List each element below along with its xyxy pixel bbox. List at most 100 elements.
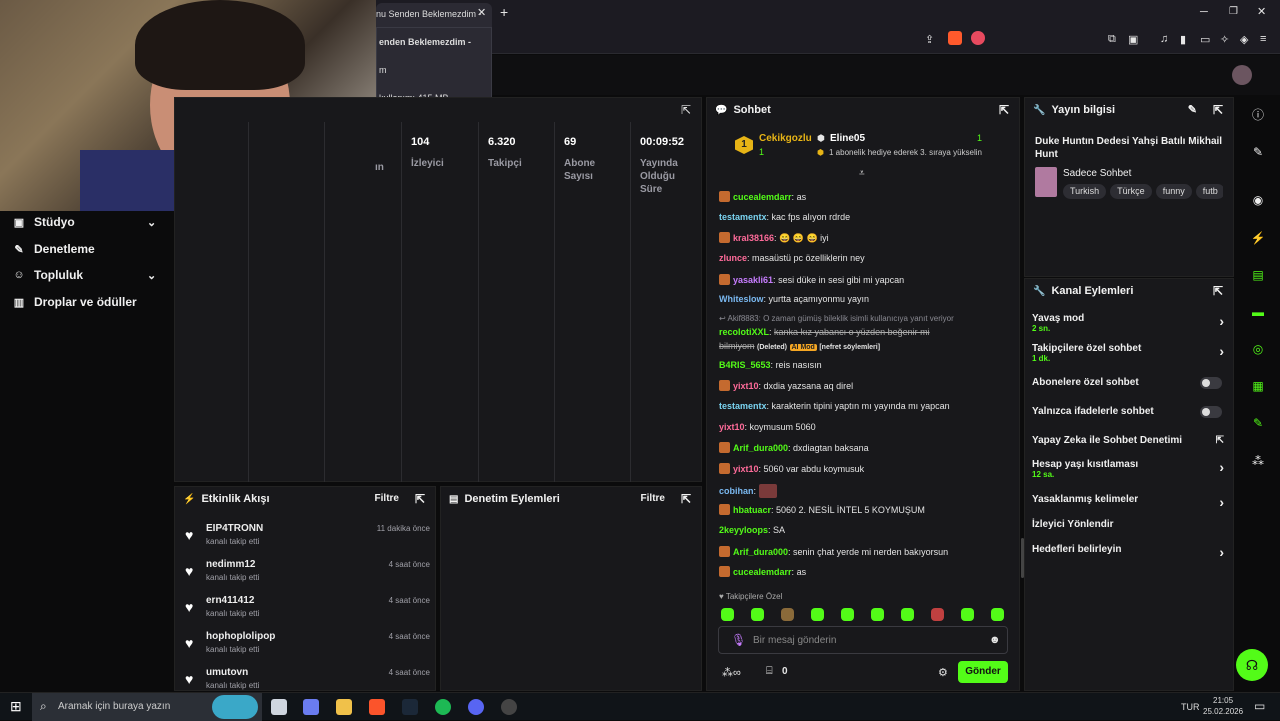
emote-icon[interactable] — [961, 608, 974, 621]
channel-action-row[interactable]: İzleyici Yönlendir — [1032, 519, 1228, 530]
language-indicator[interactable]: TUR — [1181, 702, 1200, 712]
leo-icon[interactable]: ✧ — [1220, 33, 1229, 46]
camera-icon[interactable]: ◉ — [1248, 190, 1268, 210]
stream-tag[interactable]: futb — [1195, 184, 1223, 199]
channel-action-row[interactable]: Abonelere özel sohbet — [1032, 377, 1228, 389]
emote-icon[interactable] — [781, 608, 794, 621]
emote-icon[interactable] — [841, 608, 854, 621]
file-explorer-icon[interactable] — [336, 699, 352, 715]
chat-username[interactable]: testamentx — [719, 401, 767, 411]
emote-icon[interactable] — [811, 608, 824, 621]
wrench-icon[interactable]: ✎ — [1248, 413, 1268, 433]
popout-icon[interactable]: ⇱ — [681, 103, 691, 117]
notification-icon[interactable]: ▭ — [1254, 699, 1265, 713]
emote-icon[interactable] — [751, 608, 764, 621]
sidebar-item-moderation[interactable]: ✎ Denetleme — [12, 239, 94, 259]
popout-icon[interactable]: ⇱ — [999, 103, 1009, 117]
channel-action-row[interactable]: Takipçilere özel sohbet 1 dk. › — [1032, 343, 1228, 363]
send-button[interactable]: Gönder — [958, 661, 1008, 683]
emote-icon[interactable] — [721, 608, 734, 621]
vpn-icon[interactable]: ◈ — [1240, 33, 1248, 46]
category-thumbnail[interactable] — [1035, 167, 1057, 197]
brave-rewards-icon[interactable] — [971, 31, 985, 45]
chat-username[interactable]: kral38166 — [733, 233, 774, 243]
emoji-icon[interactable]: ☻ — [989, 634, 1001, 646]
emote-icon[interactable] — [871, 608, 884, 621]
steam-icon[interactable] — [402, 699, 418, 715]
sidebar-item-studio[interactable]: ▣ Stüdyo ⌄ — [12, 212, 156, 232]
chat-username[interactable]: recolotiXXL — [719, 327, 769, 337]
chat-username[interactable]: hbatuacr — [733, 505, 771, 515]
document-icon[interactable]: ▤ — [1248, 265, 1268, 285]
popout-icon[interactable]: ⇱ — [681, 492, 691, 506]
broadcast-icon[interactable]: ◎ — [1248, 339, 1268, 359]
gifter-name[interactable]: Eline05 — [830, 133, 865, 144]
chat-username[interactable]: Whiteslow — [719, 294, 764, 304]
chat-input[interactable]: 🎙 Bir mesaj gönderin ☻ — [718, 626, 1008, 654]
windows-start-icon[interactable]: ⊞ — [10, 698, 22, 715]
maximize-icon[interactable]: ❐ — [1229, 6, 1238, 17]
follower-name[interactable]: nedimm12 — [206, 559, 255, 570]
channel-action-row[interactable]: Yavaş mod 2 sn. › — [1032, 313, 1228, 333]
popout-icon[interactable]: ⇱ — [415, 492, 425, 506]
copilot-icon[interactable] — [303, 699, 319, 715]
stream-tag[interactable]: Turkish — [1063, 184, 1107, 199]
follower-name[interactable]: EIP4TRONN — [206, 523, 263, 534]
gift-box-icon[interactable]: ⌸ — [766, 665, 773, 678]
toggle-switch[interactable] — [1200, 377, 1222, 389]
chat-username[interactable]: Arif_dura000 — [733, 443, 788, 453]
category-name[interactable]: Sadece Sohbet — [1063, 168, 1131, 179]
stream-tag[interactable]: Türkçe — [1110, 184, 1152, 199]
chat-username[interactable]: yixt10 — [733, 381, 759, 391]
media-icon[interactable]: ♫ — [1160, 33, 1168, 45]
share-icon[interactable]: ⇪ — [925, 33, 934, 46]
wallet-icon[interactable]: ▭ — [1200, 33, 1210, 46]
minimize-icon[interactable]: ─ — [1200, 6, 1208, 18]
channel-action-row[interactable]: Yapay Zeka ile Sohbet Denetimi ⇱ — [1032, 435, 1228, 446]
tab-close-icon[interactable]: ✕ — [477, 6, 486, 19]
kick-points-icon[interactable]: ⁂∞ — [722, 666, 741, 679]
channel-action-row[interactable]: Yalnızca ifadelerle sohbet — [1032, 406, 1228, 418]
follower-name[interactable]: ern411412 — [206, 595, 254, 606]
microphone-icon[interactable]: 🎙 — [731, 633, 746, 647]
pencil-icon[interactable]: ✎ — [1248, 142, 1268, 162]
follower-name[interactable]: hophoplolipop — [206, 631, 275, 642]
lightning-icon[interactable]: ⚡ — [1248, 228, 1268, 248]
stream-tag[interactable]: funny — [1155, 184, 1192, 199]
task-view-icon[interactable] — [271, 699, 287, 715]
chat-username[interactable]: testamentx — [719, 212, 767, 222]
brave-browser-icon[interactable] — [369, 699, 385, 715]
discord-icon[interactable] — [468, 699, 484, 715]
extensions-icon[interactable]: ⧉ — [1108, 33, 1116, 46]
info-icon[interactable]: ⓘ — [1248, 105, 1268, 125]
clock-time[interactable]: 21:05 — [1213, 696, 1233, 705]
chat-username[interactable]: Arif_dura000 — [733, 547, 788, 557]
channel-action-row[interactable]: Hedefleri belirleyin › — [1032, 544, 1228, 560]
clock-date[interactable]: 25.02.2026 — [1203, 707, 1243, 716]
obs-icon[interactable] — [501, 699, 517, 715]
popout-icon[interactable]: ⇱ — [1213, 284, 1223, 298]
chat-icon[interactable]: ▬ — [1248, 302, 1268, 322]
scroll-down-icon[interactable]: ⩡ — [859, 168, 865, 179]
filter-button[interactable]: Filtre — [641, 493, 665, 504]
channel-action-row[interactable]: Yasaklanmış kelimeler › — [1032, 494, 1228, 510]
chat-username[interactable]: cucealemdarr — [733, 567, 792, 577]
top-gifter-name[interactable]: Cekikgozlu — [759, 133, 812, 144]
store-icon[interactable]: ▦ — [1248, 376, 1268, 396]
chat-username[interactable]: cucealemdarr — [733, 192, 792, 202]
support-icon[interactable]: ☊ — [1236, 649, 1268, 681]
sidebar-icon[interactable]: ▮ — [1180, 33, 1186, 46]
follower-name[interactable]: umutovn — [206, 667, 248, 678]
share-icon[interactable]: ⁂ — [1248, 451, 1268, 471]
screenshot-icon[interactable]: ▣ — [1128, 33, 1138, 46]
filter-button[interactable]: Filtre — [375, 493, 399, 504]
brave-shield-icon[interactable] — [948, 31, 962, 45]
menu-icon[interactable]: ≡ — [1260, 33, 1266, 45]
sidebar-item-community[interactable]: ☺ Topluluk ⌄ — [12, 265, 156, 285]
chat-username[interactable]: zlunce — [719, 253, 747, 263]
chat-username[interactable]: yixt10 — [733, 464, 759, 474]
chat-username[interactable]: 2keyyloops — [719, 525, 768, 535]
close-window-icon[interactable]: ✕ — [1257, 5, 1266, 18]
chat-username[interactable]: yasakli61 — [733, 275, 773, 285]
gear-icon[interactable]: ⚙ — [938, 666, 948, 679]
